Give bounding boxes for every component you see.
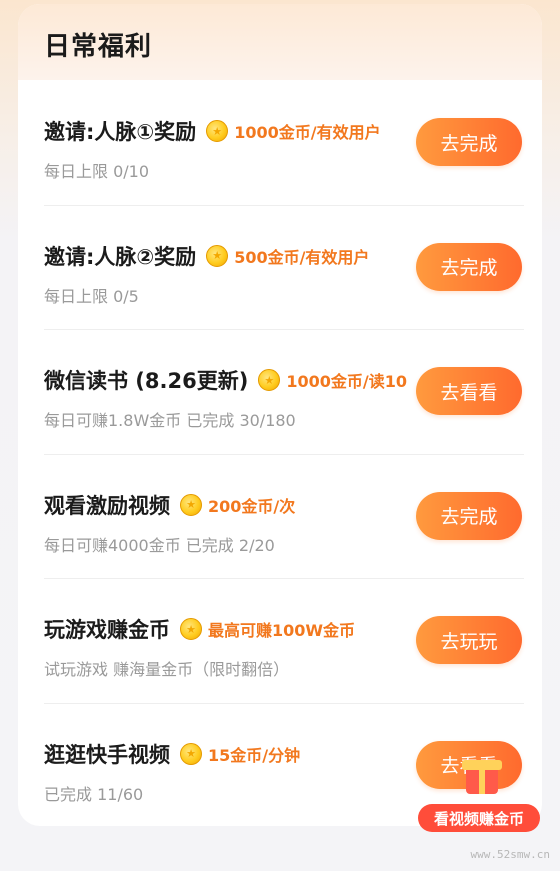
task-row: 玩游戏赚金币 最高可赚100W金币 试玩游戏 赚海量金币（限时翻倍） 去玩玩 [18, 578, 542, 703]
task-row: 邀请:人脉①奖励 1000金币/有效用户 每日上限 0/10 去完成 [18, 80, 542, 205]
task-reward: 15金币/分钟 [208, 745, 301, 765]
task-subtitle: 已完成 11/60 [44, 784, 144, 804]
task-title: 微信读书 (8.26更新) [44, 369, 249, 393]
daily-welfare-card: 日常福利 邀请:人脉①奖励 1000金币/有效用户 每日上限 0/10 去完成 … [18, 4, 542, 826]
watch-video-promo[interactable]: 看视频赚金币 [416, 754, 542, 834]
task-action-button[interactable]: 去完成 [416, 242, 522, 291]
task-title: 邀请:人脉①奖励 [44, 120, 197, 144]
task-reward: 1000金币/有效用户 [234, 123, 381, 142]
coin-icon [206, 244, 229, 267]
task-action-button[interactable]: 去看看 [416, 367, 522, 415]
section-title: 日常福利 [44, 32, 153, 62]
task-reward: 最高可赚100W金币 [208, 621, 356, 640]
task-title: 逛逛快手视频 [44, 742, 170, 767]
task-subtitle: 每日上限 0/5 [44, 286, 139, 306]
task-action-button[interactable]: 去完成 [416, 491, 522, 540]
task-subtitle: 每日可赚4000金币 已完成 2/20 [44, 535, 275, 555]
task-reward: 1000金币/读10 [286, 372, 407, 391]
promo-label: 看视频赚金币 [418, 804, 540, 832]
task-subtitle: 试玩游戏 赚海量金币（限时翻倍） [44, 660, 290, 679]
task-row: 邀请:人脉②奖励 500金币/有效用户 每日上限 0/5 去完成 [18, 204, 542, 330]
task-row: 微信读书 (8.26更新) 1000金币/读10 每日可赚1.8W金币 已完成 … [18, 329, 542, 454]
coin-icon [180, 493, 202, 516]
task-action-button[interactable]: 去玩玩 [416, 616, 522, 664]
gift-icon [460, 754, 504, 796]
task-title: 观看激励视频 [44, 493, 170, 518]
card-header: 日常福利 [18, 4, 542, 80]
task-title: 邀请:人脉②奖励 [44, 244, 197, 269]
task-reward: 500金币/有效用户 [234, 247, 370, 267]
coin-icon [180, 742, 202, 765]
watermark: www.52smw.cn [470, 848, 550, 861]
task-row: 观看激励视频 200金币/次 每日可赚4000金币 已完成 2/20 去完成 [18, 453, 542, 579]
task-subtitle: 每日上限 0/10 [44, 162, 150, 181]
task-reward: 200金币/次 [208, 496, 296, 516]
task-subtitle: 每日可赚1.8W金币 已完成 30/180 [44, 411, 296, 430]
coin-icon [258, 369, 281, 391]
coin-icon [206, 120, 229, 142]
task-title: 玩游戏赚金币 [44, 618, 170, 642]
coin-icon [180, 618, 202, 640]
task-action-button[interactable]: 去完成 [416, 118, 522, 166]
